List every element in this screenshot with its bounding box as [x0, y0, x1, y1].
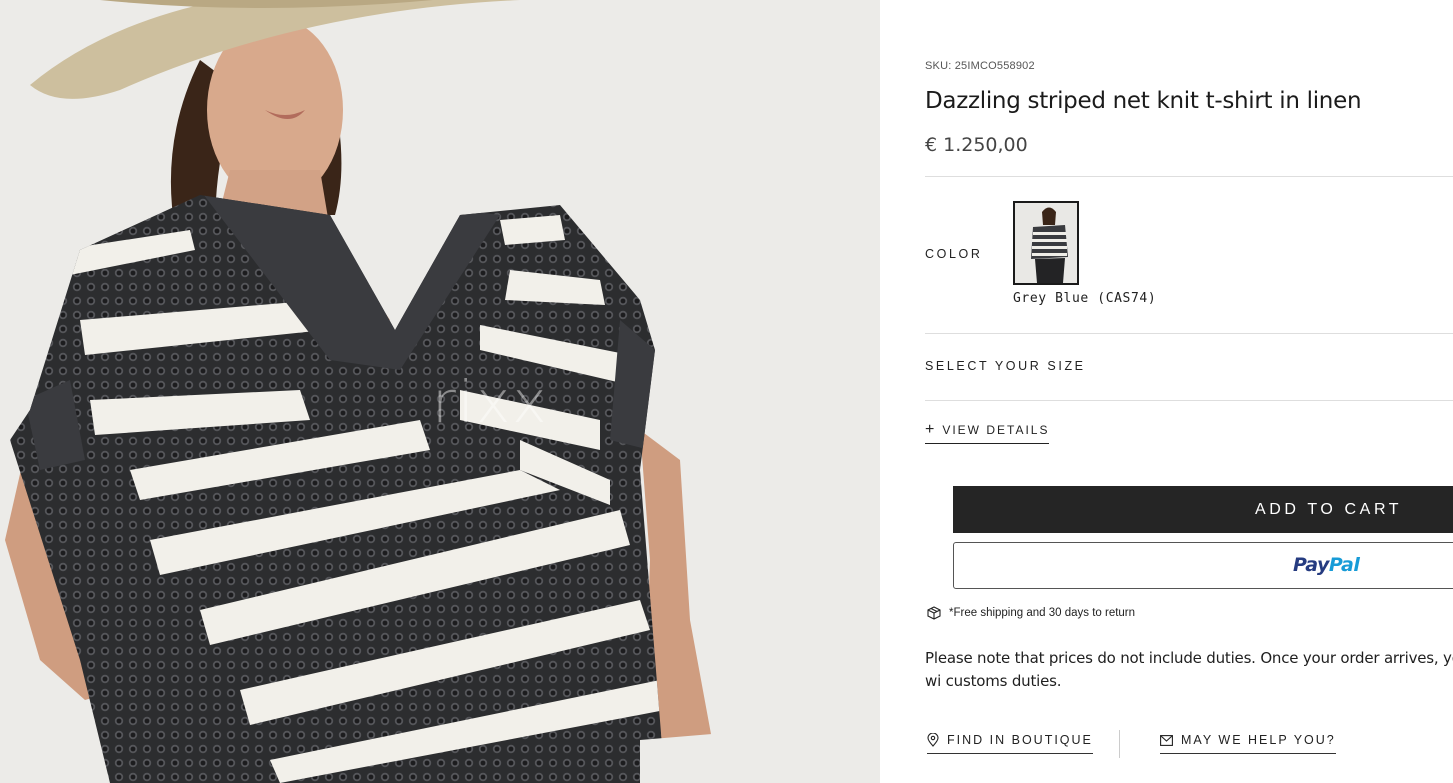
find-in-boutique-label: FIND IN BOUTIQUE	[947, 733, 1093, 747]
divider	[925, 400, 1453, 401]
product-price: € 1.250,00	[925, 134, 1028, 156]
product-image[interactable]: rixx	[0, 0, 880, 783]
swatch-thumbnail	[1015, 203, 1077, 283]
duties-notice: Please note that prices do not include d…	[925, 649, 1453, 690]
product-info-panel: SKU: 25IMCO558902 Dazzling striped net k…	[925, 0, 1453, 783]
location-pin-icon	[927, 733, 939, 747]
box-icon	[927, 606, 941, 620]
select-size-label[interactable]: SELECT YOUR SIZE	[925, 359, 1086, 373]
envelope-icon	[1160, 734, 1173, 746]
shipping-text: *Free shipping and 30 days to return	[949, 607, 1136, 619]
shipping-info: *Free shipping and 30 days to return	[927, 606, 1135, 620]
color-label: COLOR	[925, 247, 983, 261]
watermark-text: rixx	[432, 368, 549, 436]
divider	[925, 333, 1453, 334]
paypal-logo: PayPal	[1293, 554, 1360, 576]
product-sku: SKU: 25IMCO558902	[925, 60, 1035, 72]
add-to-cart-button[interactable]: ADD TO CART	[953, 486, 1453, 533]
link-separator	[1119, 730, 1120, 758]
view-details-label: VIEW DETAILS	[942, 423, 1050, 437]
divider	[925, 176, 1453, 177]
paypal-button[interactable]: PayPal	[953, 542, 1453, 589]
may-we-help-label: MAY WE HELP YOU?	[1181, 733, 1336, 747]
plus-icon: +	[925, 421, 935, 438]
selected-color-name: Grey Blue (CAS74)	[1013, 291, 1157, 306]
may-we-help-link[interactable]: MAY WE HELP YOU?	[1160, 733, 1336, 754]
view-details-link[interactable]: + VIEW DETAILS	[925, 421, 1050, 444]
color-swatch-grey-blue[interactable]	[1013, 201, 1079, 285]
product-title: Dazzling striped net knit t-shirt in lin…	[925, 88, 1362, 114]
product-page: rixx SKU: 25IMCO558902 Dazzling striped …	[0, 0, 1453, 783]
find-in-boutique-link[interactable]: FIND IN BOUTIQUE	[927, 733, 1093, 754]
